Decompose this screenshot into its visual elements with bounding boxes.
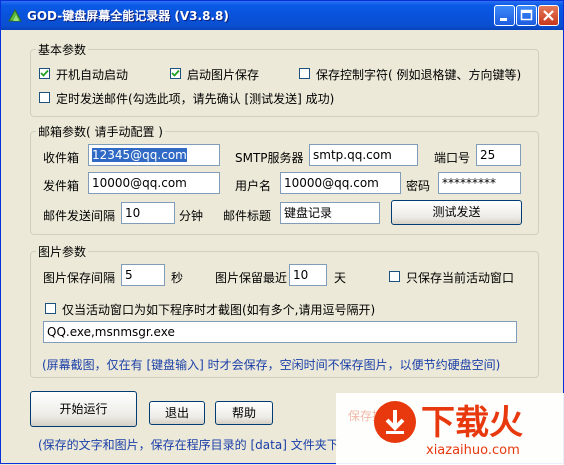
- subject-input[interactable]: 键盘记录: [280, 202, 380, 224]
- username-label: 用户名: [235, 179, 272, 193]
- active-window-checkbox[interactable]: [389, 271, 400, 282]
- image-interval-unit: 秒: [171, 271, 184, 285]
- capture-checkbox[interactable]: [170, 68, 181, 79]
- control-chars-label[interactable]: 保存控制字符( 例如退格键、方向键等): [316, 66, 521, 83]
- inbox-input[interactable]: 12345@qq.com: [88, 144, 220, 166]
- subject-label: 邮件标题: [223, 209, 272, 223]
- mail-interval-input[interactable]: 10: [121, 202, 175, 224]
- process-only-checkbox[interactable]: [45, 303, 56, 314]
- mail-interval-label: 邮件发送间隔: [43, 209, 116, 223]
- process-list-input[interactable]: QQ.exe,msnmsgr.exe: [43, 321, 517, 343]
- download-logo-icon: [374, 401, 416, 443]
- inbox-label: 收件箱: [43, 151, 80, 165]
- autostart-label[interactable]: 开机自动启动: [56, 66, 128, 83]
- help-button[interactable]: 帮助: [215, 401, 273, 425]
- start-button[interactable]: 开始运行: [30, 391, 137, 427]
- mail-interval-unit: 分钟: [179, 209, 204, 223]
- test-send-button[interactable]: 测试发送: [391, 200, 522, 225]
- watermark-url: xiazaihuo.com: [426, 443, 520, 458]
- maximize-button[interactable]: [516, 5, 537, 26]
- mail-params-title: 邮箱参数( 请手动配置 ): [36, 123, 165, 140]
- smtp-input[interactable]: smtp.qq.com: [309, 144, 418, 166]
- close-icon: [543, 10, 554, 21]
- window-title: GOD-键盘屏幕全能记录器 (V3.8.8): [27, 9, 229, 23]
- image-interval-label: 图片保存间隔: [43, 271, 116, 285]
- autostart-checkbox[interactable]: [39, 68, 50, 79]
- footer-note: (保存的文字和图片，保存在程序目录的 [data] 文件夹下: [38, 438, 339, 452]
- download-arrow-icon: [385, 410, 405, 434]
- exit-button[interactable]: 退出: [149, 401, 205, 425]
- password-input[interactable]: *********: [438, 172, 521, 194]
- app-window: GOD-键盘屏幕全能记录器 (V3.8.8) 基本参数 开机自动启动 启动图片保…: [0, 0, 564, 465]
- password-label: 密码: [406, 179, 431, 193]
- active-window-label[interactable]: 只保存当前活动窗口: [406, 269, 514, 286]
- image-params-title: 图片参数: [36, 243, 89, 260]
- control-chars-checkbox[interactable]: [299, 68, 310, 79]
- port-label: 端口号: [434, 151, 471, 165]
- close-button[interactable]: [538, 5, 559, 26]
- capture-label[interactable]: 启动图片保存: [187, 66, 259, 83]
- image-interval-input[interactable]: 5: [121, 264, 165, 286]
- process-only-label[interactable]: 仅当活动窗口为如下程序时才截图(如有多个,请用逗号隔开): [62, 301, 375, 318]
- image-note: (屏幕截图，仅在有 [键盘输入] 时才会保存，空闲时间不保存图片，以便节约硬盘空…: [42, 358, 501, 372]
- timed-mail-checkbox[interactable]: [39, 92, 50, 103]
- title-bar[interactable]: GOD-键盘屏幕全能记录器 (V3.8.8): [1, 1, 563, 30]
- app-icon: [8, 8, 22, 22]
- watermark: 保存控... 下载火 xiazaihuo.com: [336, 393, 564, 465]
- watermark-brand: 下载火: [421, 403, 523, 443]
- basic-params-title: 基本参数: [36, 41, 89, 58]
- keep-days-input[interactable]: 10: [289, 264, 327, 286]
- minimize-button[interactable]: [494, 5, 515, 26]
- check-icon: [40, 69, 49, 77]
- username-input[interactable]: 10000@qq.com: [280, 172, 401, 194]
- port-input[interactable]: 25: [476, 144, 521, 166]
- keep-days-unit: 天: [334, 271, 347, 285]
- maximize-icon: [520, 9, 533, 21]
- sender-label: 发件箱: [43, 179, 80, 193]
- smtp-label: SMTP服务器: [235, 151, 304, 165]
- sender-input[interactable]: 10000@qq.com: [88, 172, 220, 194]
- minimize-icon: [500, 18, 507, 21]
- keep-days-label: 图片保留最近: [215, 271, 288, 285]
- timed-mail-label[interactable]: 定时发送邮件(勾选此项，请先确认 [测试发送] 成功): [56, 90, 334, 107]
- check-icon: [171, 69, 180, 77]
